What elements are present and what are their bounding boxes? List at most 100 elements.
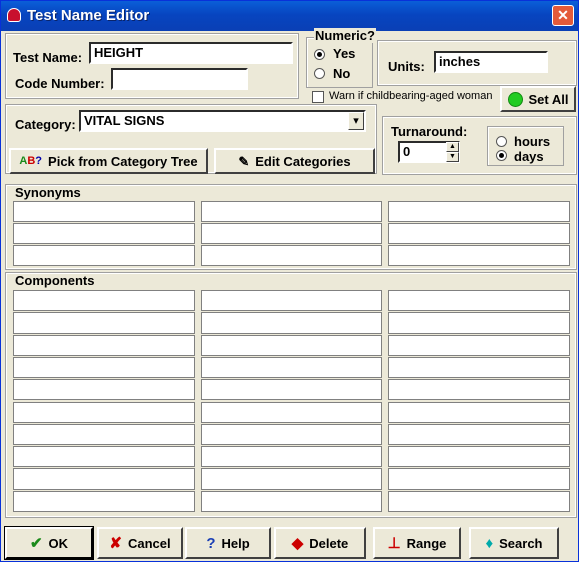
- x-mark-icon: ✘: [109, 534, 122, 552]
- range-button[interactable]: ⊥ Range: [373, 527, 461, 559]
- component-cell[interactable]: [388, 401, 570, 423]
- ok-label: OK: [48, 535, 69, 551]
- checkmark-icon: ✔: [29, 534, 43, 552]
- component-cell[interactable]: [388, 379, 570, 401]
- component-cell[interactable]: [388, 334, 570, 356]
- hours-label[interactable]: hours: [514, 134, 550, 149]
- component-cell[interactable]: [13, 468, 195, 490]
- pick-tree-label: Pick from Category Tree: [48, 153, 198, 169]
- edit-categories-label: Edit Categories: [255, 153, 351, 169]
- edit-categories-button[interactable]: ✎ Edit Categories: [214, 148, 375, 174]
- component-cell[interactable]: [388, 468, 570, 490]
- numeric-no-radio[interactable]: [314, 68, 325, 79]
- help-label: Help: [221, 535, 250, 551]
- test-name-label: Test Name:: [13, 50, 83, 65]
- delete-button[interactable]: ◆ Delete: [274, 527, 366, 559]
- component-cell[interactable]: [388, 490, 570, 512]
- arrow-down-icon: ▼: [449, 153, 456, 160]
- units-label: Units:: [388, 59, 425, 74]
- component-cell[interactable]: [201, 334, 382, 356]
- category-value: VITAL SIGNS: [84, 113, 165, 128]
- turnaround-value: 0: [403, 144, 411, 159]
- code-number-input[interactable]: [111, 68, 248, 90]
- code-number-label: Code Number:: [15, 76, 105, 91]
- numeric-no-label[interactable]: No: [333, 66, 350, 81]
- synonym-cell[interactable]: [201, 245, 382, 266]
- search-button[interactable]: ♦ Search: [469, 527, 559, 559]
- close-icon: ✕: [557, 7, 569, 23]
- synonym-cell[interactable]: [388, 223, 570, 244]
- synonym-cell[interactable]: [201, 201, 382, 222]
- numeric-yes-radio[interactable]: [314, 49, 325, 60]
- component-cell[interactable]: [13, 356, 195, 379]
- component-cell[interactable]: [388, 423, 570, 446]
- arrow-up-icon: ▲: [449, 143, 456, 150]
- question-icon: ?: [206, 534, 216, 552]
- ok-button[interactable]: ✔ OK: [4, 526, 94, 560]
- component-cell[interactable]: [388, 356, 570, 379]
- component-cell[interactable]: [201, 356, 382, 379]
- range-chart-icon: ⊥: [387, 534, 401, 552]
- components-label: Components: [15, 273, 95, 288]
- synonym-cell[interactable]: [201, 223, 382, 244]
- numeric-label: Numeric?: [314, 28, 376, 43]
- range-label: Range: [406, 535, 447, 551]
- days-label[interactable]: days: [514, 149, 544, 164]
- component-cell[interactable]: [388, 290, 570, 312]
- days-radio[interactable]: [496, 150, 507, 161]
- synonym-cell[interactable]: [13, 223, 195, 244]
- warn-label[interactable]: Warn if childbearing-aged woman: [329, 90, 492, 102]
- component-cell[interactable]: [13, 490, 195, 512]
- title-bar[interactable]: Test Name Editor ✕: [1, 1, 578, 31]
- category-label: Category:: [15, 117, 76, 132]
- component-cell[interactable]: [388, 446, 570, 468]
- hours-radio[interactable]: [496, 136, 507, 147]
- synonym-cell[interactable]: [13, 245, 195, 266]
- cancel-label: Cancel: [127, 535, 171, 551]
- component-cell[interactable]: [201, 446, 382, 468]
- component-cell[interactable]: [201, 423, 382, 446]
- component-cell[interactable]: [13, 423, 195, 446]
- delete-label: Delete: [309, 535, 349, 551]
- component-cell[interactable]: [13, 334, 195, 356]
- eraser-icon: ◆: [291, 534, 304, 552]
- category-select[interactable]: VITAL SIGNS: [79, 110, 366, 132]
- component-cell[interactable]: [201, 379, 382, 401]
- component-cell[interactable]: [13, 401, 195, 423]
- synonym-cell[interactable]: [388, 245, 570, 266]
- edit-document-icon: ✎: [238, 153, 250, 169]
- synonym-cell[interactable]: [13, 201, 195, 222]
- component-cell[interactable]: [201, 401, 382, 423]
- test-name-input[interactable]: HEIGHT: [89, 42, 293, 64]
- component-cell[interactable]: [388, 312, 570, 334]
- component-cell[interactable]: [13, 312, 195, 334]
- component-cell[interactable]: [201, 468, 382, 490]
- close-button[interactable]: ✕: [552, 5, 574, 26]
- turnaround-label: Turnaround:: [391, 124, 468, 139]
- set-all-button[interactable]: Set All: [500, 86, 576, 112]
- component-cell[interactable]: [201, 290, 382, 312]
- category-dropdown-button[interactable]: ▾: [348, 112, 364, 130]
- component-cell[interactable]: [13, 379, 195, 401]
- set-all-label: Set All: [528, 91, 569, 107]
- search-label: Search: [499, 535, 543, 551]
- pick-category-tree-button[interactable]: AB? Pick from Category Tree: [9, 148, 208, 174]
- numeric-yes-label[interactable]: Yes: [333, 46, 355, 61]
- component-cell[interactable]: [201, 312, 382, 334]
- category-tree-icon: AB?: [19, 154, 43, 167]
- window-title: Test Name Editor: [27, 7, 150, 24]
- spin-up-button[interactable]: ▲: [446, 142, 459, 152]
- chevron-down-icon: ▾: [353, 115, 359, 127]
- component-cell[interactable]: [13, 446, 195, 468]
- app-heart-icon: [7, 8, 21, 22]
- units-input[interactable]: inches: [434, 51, 548, 73]
- help-button[interactable]: ? Help: [185, 527, 271, 559]
- green-indicator-icon: [507, 91, 523, 107]
- cancel-button[interactable]: ✘ Cancel: [97, 527, 183, 559]
- warn-checkbox[interactable]: [312, 91, 324, 103]
- synonym-cell[interactable]: [388, 201, 570, 222]
- search-pin-icon: ♦: [485, 534, 494, 552]
- component-cell[interactable]: [13, 290, 195, 312]
- spin-down-button[interactable]: ▼: [446, 152, 459, 162]
- component-cell[interactable]: [201, 490, 382, 512]
